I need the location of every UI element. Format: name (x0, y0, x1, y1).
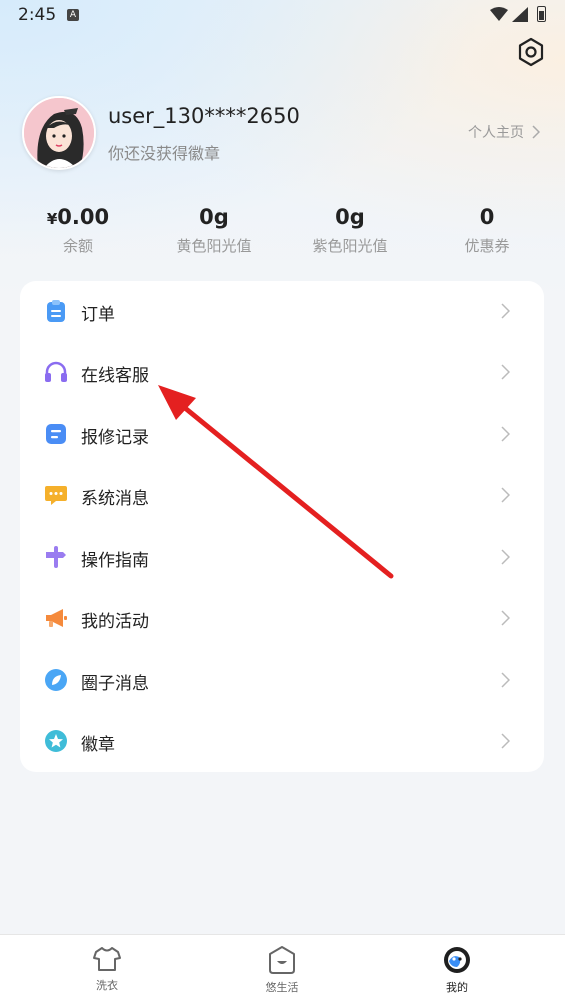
menu-item-label: 我的活动 (81, 612, 149, 632)
stat-coupons[interactable]: 0 优惠券 (419, 205, 555, 256)
chevron-right-icon (501, 610, 510, 626)
shirt-icon (93, 947, 121, 971)
stat-value: 0g (199, 205, 229, 229)
tab-label: 洗衣 (96, 979, 118, 992)
stat-label: 紫色阳光值 (312, 237, 388, 255)
headset-icon (45, 361, 67, 382)
record-icon (46, 424, 66, 444)
megaphone-icon (46, 609, 67, 627)
stat-value: 0 (479, 205, 495, 229)
menu-item-label: 订单 (81, 305, 115, 325)
gear-icon[interactable] (515, 36, 547, 68)
chevron-right-icon (501, 487, 510, 503)
menu-item-label: 在线客服 (81, 366, 149, 386)
avatar-illustration (24, 98, 94, 168)
star-badge-icon (45, 730, 67, 752)
status-time: 2:45 (18, 5, 57, 25)
stat-label: 优惠券 (464, 237, 510, 255)
username: user_130****2650 (108, 104, 300, 128)
profile-face-icon (444, 947, 470, 973)
chevron-right-icon (501, 364, 510, 380)
signal-icon (512, 7, 528, 22)
chat-bubble-icon (45, 486, 67, 505)
chevron-right-icon (501, 549, 510, 565)
stat-balance[interactable]: ¥0.00 余额 (10, 205, 146, 256)
menu-item-operation-guide[interactable]: 操作指南 (20, 527, 544, 587)
signpost-icon (46, 546, 66, 568)
menu-item-my-activities[interactable]: 我的活动 (20, 588, 544, 648)
stat-currency: ¥ (46, 210, 58, 228)
menu-card: 订单 在线客服 报修记录 系统消息 操作指南 我的活动 圈子消息 徽章 (20, 281, 544, 772)
menu-item-system-messages[interactable]: 系统消息 (20, 465, 544, 525)
homepage-link[interactable]: 个人主页 (468, 122, 540, 142)
wifi-icon (490, 7, 508, 21)
chevron-right-icon (501, 733, 510, 749)
status-bar: 2:45 A (0, 0, 565, 32)
tab-laundry[interactable]: 洗衣 (62, 945, 152, 993)
home-smile-icon (269, 946, 295, 974)
stat-label: 余额 (62, 237, 93, 255)
menu-item-circle-messages[interactable]: 圈子消息 (20, 650, 544, 710)
avatar[interactable] (22, 96, 96, 170)
clipboard-icon (47, 300, 65, 322)
menu-item-badges[interactable]: 徽章 (20, 711, 544, 771)
tab-label: 我的 (446, 981, 468, 994)
menu-item-label: 徽章 (81, 735, 115, 755)
menu-item-orders[interactable]: 订单 (20, 281, 544, 341)
bottom-tab-bar: 洗衣 悠生活 我的 (0, 934, 565, 1005)
menu-item-label: 圈子消息 (81, 674, 149, 694)
chevron-right-icon (501, 426, 510, 442)
stat-purple-sunshine[interactable]: 0g 紫色阳光值 (282, 205, 418, 256)
tab-label: 悠生活 (265, 981, 299, 994)
battery-icon (537, 6, 546, 22)
menu-item-label: 操作指南 (81, 551, 149, 571)
homepage-label: 个人主页 (468, 125, 524, 141)
chevron-right-icon (532, 125, 540, 139)
stat-yellow-sunshine[interactable]: 0g 黄色阳光值 (146, 205, 282, 256)
leaf-circle-icon (45, 669, 67, 691)
menu-item-repair-records[interactable]: 报修记录 (20, 404, 544, 464)
menu-item-online-service[interactable]: 在线客服 (20, 342, 544, 402)
menu-item-label: 报修记录 (81, 428, 149, 448)
chevron-right-icon (501, 303, 510, 319)
menu-item-label: 系统消息 (81, 489, 149, 509)
tab-leisure-life[interactable]: 悠生活 (237, 945, 327, 995)
notification-icon: A (67, 9, 79, 21)
chevron-right-icon (501, 672, 510, 688)
stat-value: 0.00 (57, 205, 110, 229)
stats-row: ¥0.00 余额 0g 黄色阳光值 0g 紫色阳光值 0 优惠券 (0, 205, 565, 261)
profile-header: user_130****2650 你还没获得徽章 个人主页 (22, 96, 542, 170)
tab-mine[interactable]: 我的 (412, 945, 502, 995)
stat-value: 0g (335, 205, 365, 229)
badge-status-text: 你还没获得徽章 (108, 144, 221, 163)
stat-label: 黄色阳光值 (176, 237, 252, 255)
